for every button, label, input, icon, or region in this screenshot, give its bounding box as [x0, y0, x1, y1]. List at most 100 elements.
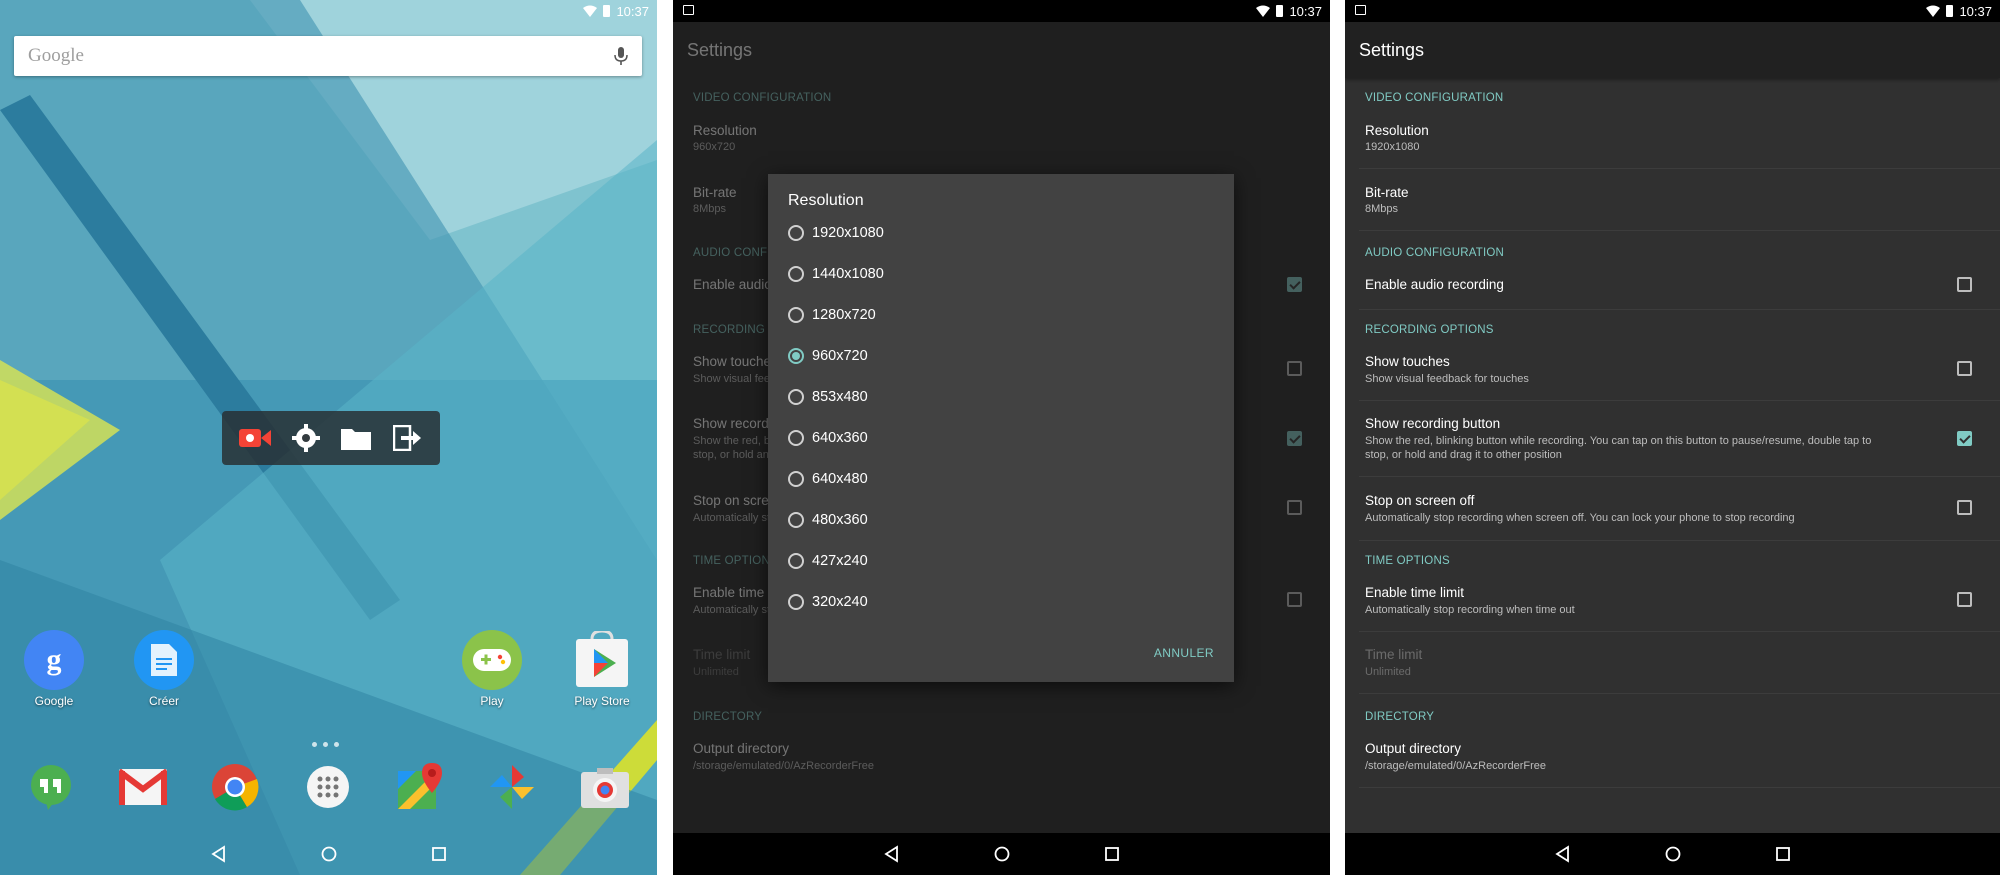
dock-gmail[interactable]	[118, 762, 168, 812]
radio-button[interactable]	[788, 512, 804, 528]
resolution-option[interactable]: 853x480	[788, 382, 868, 412]
resolution-option[interactable]: 480x360	[788, 505, 868, 535]
photos-icon	[490, 765, 534, 809]
back-icon[interactable]	[209, 844, 229, 864]
app-label: Google	[34, 694, 74, 708]
cancel-button[interactable]: ANNULER	[1154, 646, 1214, 660]
dock-app-drawer[interactable]	[303, 762, 353, 812]
pref-bitrate-value: 8Mbps	[1365, 203, 1399, 215]
app-label: Créer	[148, 694, 179, 708]
notification-image-icon	[1355, 5, 1366, 15]
divider	[1359, 168, 2000, 169]
dialog-title: Resolution	[788, 192, 864, 209]
pref-timelimit-title: Time limit	[693, 647, 751, 662]
battery-icon	[1946, 5, 1954, 17]
pref-bitrate-title: Bit-rate	[693, 185, 737, 200]
play-store-app-icon	[572, 630, 632, 690]
radio-button-selected[interactable]	[788, 348, 804, 364]
recents-icon[interactable]	[1102, 844, 1122, 864]
notification-image-icon	[683, 5, 694, 15]
wifi-icon	[583, 5, 598, 17]
app-creer[interactable]: Créer	[119, 630, 209, 708]
radio-button[interactable]	[788, 430, 804, 446]
category-directory: DIRECTORY	[1365, 711, 1435, 723]
divider	[1359, 693, 2000, 694]
back-icon[interactable]	[882, 844, 902, 864]
audio-checkbox[interactable]	[1287, 277, 1302, 292]
timelimit-checkbox[interactable]	[1287, 592, 1302, 607]
overlay-settings-button[interactable]	[287, 419, 325, 457]
pref-screenoff-title: Stop on screen off	[1365, 493, 1475, 508]
recents-icon[interactable]	[429, 844, 449, 864]
resolution-option[interactable]: 320x240	[788, 587, 868, 617]
touches-checkbox[interactable]	[1287, 361, 1302, 376]
record-button[interactable]	[236, 419, 274, 457]
radio-button[interactable]	[788, 307, 804, 323]
radio-button[interactable]	[788, 594, 804, 610]
dock-chrome[interactable]	[210, 762, 260, 812]
pref-touches-summary: Show visual feedback for touches	[1365, 373, 1529, 385]
pref-resolution[interactable]	[1345, 112, 2000, 168]
resolution-option[interactable]: 427x240	[788, 546, 868, 576]
home-icon[interactable]	[319, 844, 339, 864]
resolution-option[interactable]: 1440x1080	[788, 259, 884, 289]
home-icon[interactable]	[992, 844, 1012, 864]
app-google[interactable]: g Google	[9, 630, 99, 708]
nav-bar	[1345, 833, 2000, 875]
app-play-games[interactable]: Play	[447, 630, 537, 708]
pref-rec-button-summary-1: Show the red, blinking button while reco…	[1365, 435, 1872, 447]
back-icon[interactable]	[1553, 844, 1573, 864]
resolution-option[interactable]: 1280x720	[788, 300, 876, 330]
google-app-icon: g	[24, 630, 84, 690]
screenoff-checkbox[interactable]	[1287, 500, 1302, 515]
hangouts-icon	[31, 765, 71, 810]
mic-icon[interactable]	[614, 47, 628, 65]
audio-checkbox[interactable]	[1957, 277, 1972, 292]
dock-hangouts[interactable]	[26, 762, 76, 812]
home-icon[interactable]	[1663, 844, 1683, 864]
timelimit-checkbox[interactable]	[1957, 592, 1972, 607]
category-video: VIDEO CONFIGURATION	[1365, 92, 1504, 104]
overlay-exit-button[interactable]	[388, 419, 426, 457]
radio-button[interactable]	[788, 225, 804, 241]
radio-button[interactable]	[788, 389, 804, 405]
screenoff-checkbox[interactable]	[1957, 500, 1972, 515]
pref-bitrate[interactable]	[1345, 174, 2000, 230]
dock-maps[interactable]	[395, 762, 445, 812]
pref-rec-button-summary-2: stop, or hold and drag it to other posit…	[1365, 449, 1562, 461]
pref-timelimit-title: Time limit	[1365, 647, 1423, 662]
radio-button[interactable]	[788, 471, 804, 487]
home-screen: 10:37 Google g Google Créer Play Play St…	[0, 0, 657, 875]
pref-bitrate-value: 8Mbps	[693, 203, 727, 215]
nav-bar	[0, 833, 657, 875]
divider	[1359, 476, 2000, 477]
radio-button[interactable]	[788, 266, 804, 282]
pref-audio-title: Enable audio recording	[1365, 277, 1504, 292]
overlay-folder-button[interactable]	[337, 419, 375, 457]
chrome-icon	[212, 764, 259, 811]
recents-icon[interactable]	[1773, 844, 1793, 864]
category-time: TIME OPTIONS	[693, 555, 778, 567]
docs-app-icon	[134, 630, 194, 690]
google-search-bar[interactable]: Google	[14, 36, 642, 76]
resolution-option[interactable]: 640x480	[788, 464, 868, 494]
radio-button[interactable]	[788, 553, 804, 569]
resolution-option-selected[interactable]: 960x720	[788, 341, 868, 371]
app-label: Play Store	[574, 694, 630, 708]
folder-icon	[341, 429, 372, 450]
pref-resolution-title: Resolution	[693, 123, 757, 138]
rec-button-checkbox[interactable]	[1957, 431, 1972, 446]
app-play-store[interactable]: Play Store	[557, 630, 647, 708]
pref-rec-button-title: Show recording button	[1365, 416, 1501, 431]
rec-button-checkbox[interactable]	[1287, 431, 1302, 446]
divider	[1359, 309, 2000, 310]
battery-icon	[603, 5, 611, 17]
exit-icon	[392, 425, 421, 451]
dock-photos[interactable]	[487, 762, 537, 812]
touches-checkbox[interactable]	[1957, 361, 1972, 376]
search-placeholder: Google	[28, 45, 84, 66]
resolution-option[interactable]: 640x360	[788, 423, 868, 453]
play-games-app-icon	[462, 630, 522, 690]
resolution-option[interactable]: 1920x1080	[788, 218, 884, 248]
dock-camera[interactable]	[580, 762, 630, 812]
